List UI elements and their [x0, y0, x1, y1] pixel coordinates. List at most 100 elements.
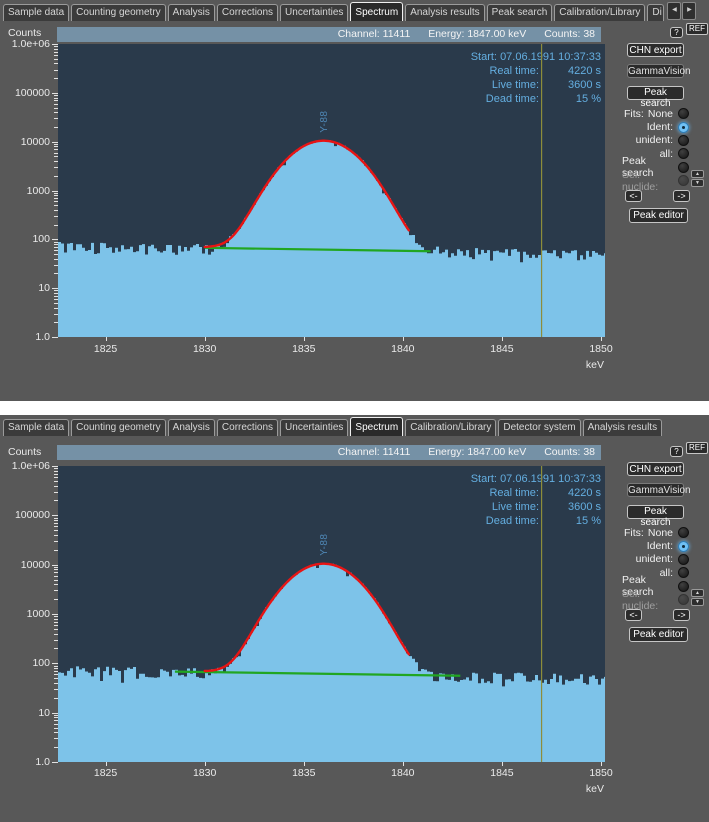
- x-tick-label: 1825: [84, 767, 128, 779]
- y-minor-tick: [54, 648, 58, 649]
- next-peak-button[interactable]: ->: [673, 190, 690, 202]
- y-minor-tick: [54, 674, 58, 675]
- y-minor-tick: [54, 46, 58, 47]
- tab-calibration-library[interactable]: Calibration/Library: [405, 419, 496, 436]
- y-minor-tick: [54, 100, 58, 101]
- spin-down-icon[interactable]: ▼: [691, 598, 704, 606]
- y-major-tick: [52, 288, 58, 289]
- tab-spectrum[interactable]: Spectrum: [350, 2, 403, 21]
- tab-uncertainties[interactable]: Uncertainties: [280, 4, 348, 21]
- spectrum-canvas: Y-88: [58, 44, 605, 337]
- fits-ident-label: Ident:: [647, 121, 673, 133]
- radio-fits-ident[interactable]: [678, 541, 689, 552]
- tab-scroll-left-icon[interactable]: ◀: [667, 2, 681, 20]
- peak-nuclide-label: Y-88: [319, 110, 330, 132]
- tab-analysis-results[interactable]: Analysis results: [405, 4, 484, 21]
- y-minor-tick: [54, 678, 58, 679]
- channel-value: 11411: [383, 28, 411, 40]
- prev-peak-button[interactable]: <-: [625, 190, 642, 202]
- y-minor-tick: [54, 98, 58, 99]
- y-major-tick: [52, 713, 58, 714]
- tab-sample-data[interactable]: Sample data: [3, 4, 69, 21]
- y-minor-tick: [54, 584, 58, 585]
- y-minor-tick: [54, 95, 58, 96]
- peak-search-button[interactable]: Peak search: [627, 86, 684, 100]
- y-minor-tick: [54, 481, 58, 482]
- fits-none-label: None: [648, 527, 673, 539]
- y-minor-tick: [54, 715, 58, 716]
- ref-button[interactable]: REF: [686, 442, 708, 454]
- y-minor-tick: [54, 118, 58, 119]
- prev-peak-button[interactable]: <-: [625, 609, 642, 621]
- radio-fits-unident[interactable]: [678, 554, 689, 565]
- radio-fits-sel-nuclide: [678, 594, 689, 605]
- radio-fits-all[interactable]: [678, 567, 689, 578]
- radio-fits-none[interactable]: [678, 527, 689, 538]
- y-minor-tick: [54, 477, 58, 478]
- gammavision-button[interactable]: GammaVision: [627, 64, 684, 78]
- counts-label: Counts:: [544, 446, 580, 458]
- tab-spectrum[interactable]: Spectrum: [350, 417, 403, 436]
- y-minor-tick: [54, 590, 58, 591]
- x-major-tick: [502, 762, 503, 766]
- x-major-tick: [502, 337, 503, 341]
- tab-analysis[interactable]: Analysis: [168, 419, 215, 436]
- fits-ident-label: Ident:: [647, 540, 673, 552]
- y-minor-tick: [54, 698, 58, 699]
- tab-counting-geometry[interactable]: Counting geometry: [71, 419, 166, 436]
- y-minor-tick: [54, 167, 58, 168]
- help-button[interactable]: ?: [670, 27, 683, 38]
- y-minor-tick: [54, 55, 58, 56]
- y-major-tick: [52, 614, 58, 615]
- counts-value: 38: [583, 28, 595, 40]
- x-tick-label: 1830: [183, 767, 227, 779]
- spin-down-icon[interactable]: ▼: [691, 179, 704, 187]
- next-peak-button[interactable]: ->: [673, 609, 690, 621]
- gammavision-button[interactable]: GammaVision: [627, 483, 684, 497]
- y-major-tick: [52, 142, 58, 143]
- y-minor-tick: [54, 471, 58, 472]
- help-button[interactable]: ?: [670, 446, 683, 457]
- spectrum-plot[interactable]: Start: 07.06.1991 10:37:33 Real time:422…: [58, 466, 605, 762]
- chn-export-button[interactable]: CHN export: [627, 43, 684, 57]
- tab-scroll-right-icon[interactable]: ▶: [682, 2, 696, 20]
- tab-di[interactable]: Di: [647, 4, 664, 21]
- radio-fits-unident[interactable]: [678, 135, 689, 146]
- spin-up-icon[interactable]: ▲: [691, 589, 704, 597]
- y-major-tick: [52, 565, 58, 566]
- y-minor-tick: [54, 78, 58, 79]
- radio-fits-ident[interactable]: [678, 122, 689, 133]
- tab-detector-system[interactable]: Detector system: [498, 419, 580, 436]
- tab-bar: Sample dataCounting geometryAnalysisCorr…: [0, 0, 709, 21]
- radio-fits-none[interactable]: [678, 108, 689, 119]
- tab-counting-geometry[interactable]: Counting geometry: [71, 4, 166, 21]
- tab-corrections[interactable]: Corrections: [217, 419, 278, 436]
- y-minor-tick: [54, 728, 58, 729]
- tab-analysis-results[interactable]: Analysis results: [583, 419, 662, 436]
- ref-button[interactable]: REF: [686, 23, 708, 35]
- y-minor-tick: [54, 242, 58, 243]
- chn-export-button[interactable]: CHN export: [627, 462, 684, 476]
- tab-calibration-library[interactable]: Calibration/Library: [554, 4, 645, 21]
- peak-search-button[interactable]: Peak search: [627, 505, 684, 519]
- spin-up-icon[interactable]: ▲: [691, 170, 704, 178]
- tab-sample-data[interactable]: Sample data: [3, 419, 69, 436]
- radio-fits-peak-search[interactable]: [678, 162, 689, 173]
- y-minor-tick: [54, 198, 58, 199]
- nuclide-spinner: ▲ ▼: [691, 170, 704, 188]
- radio-fits-peak-search[interactable]: [678, 581, 689, 592]
- y-tick-label: 1.0: [2, 331, 50, 343]
- y-minor-tick: [54, 474, 58, 475]
- tab-analysis[interactable]: Analysis: [168, 4, 215, 21]
- peak-editor-button[interactable]: Peak editor: [629, 208, 688, 223]
- peak-editor-button[interactable]: Peak editor: [629, 627, 688, 642]
- x-major-tick: [403, 337, 404, 341]
- radio-fits-all[interactable]: [678, 148, 689, 159]
- spectrum-plot[interactable]: Start: 07.06.1991 10:37:33 Real time:422…: [58, 44, 605, 337]
- y-minor-tick: [54, 49, 58, 50]
- tab-peak-search[interactable]: Peak search: [487, 4, 553, 21]
- tab-corrections[interactable]: Corrections: [217, 4, 278, 21]
- tab-uncertainties[interactable]: Uncertainties: [280, 419, 348, 436]
- y-minor-tick: [54, 144, 58, 145]
- fits-unident-label: unident:: [636, 134, 673, 146]
